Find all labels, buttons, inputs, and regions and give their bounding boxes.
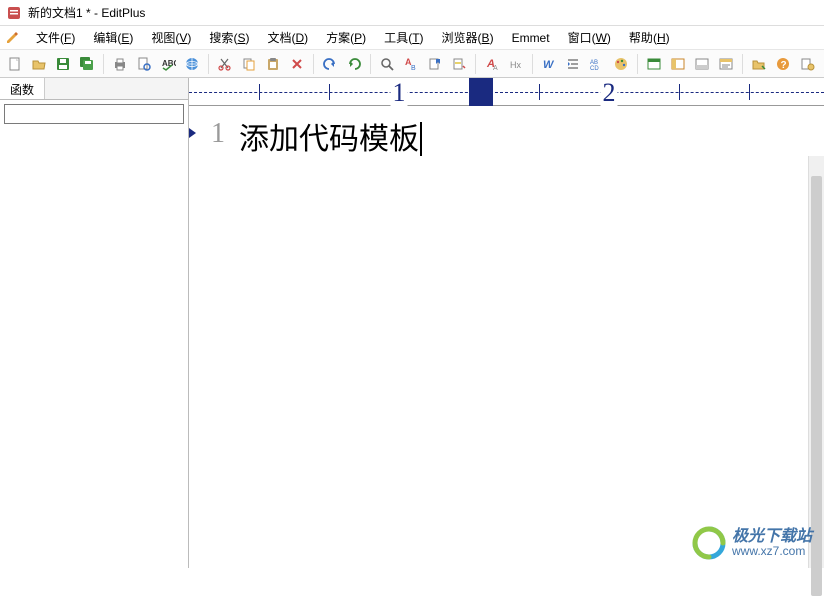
separator	[103, 54, 104, 74]
menu-window[interactable]: 窗口(W)	[560, 27, 619, 48]
indent-button[interactable]	[562, 53, 584, 75]
menu-file[interactable]: 文件(F)	[28, 27, 83, 48]
folder-toggle-button[interactable]	[748, 53, 770, 75]
svg-text:?: ?	[781, 60, 787, 71]
text-content[interactable]: 添加代码模板	[233, 106, 824, 568]
find-button[interactable]	[376, 53, 398, 75]
ruler-mark-2: 2	[601, 78, 618, 108]
window-button[interactable]	[643, 53, 665, 75]
wordwrap-button[interactable]: W	[538, 53, 560, 75]
menu-project[interactable]: 方案(P)	[318, 27, 374, 48]
print-button[interactable]	[109, 53, 131, 75]
separator	[637, 54, 638, 74]
sidebar: 函数	[0, 78, 189, 568]
menu-view[interactable]: 视图(V)	[143, 27, 199, 48]
palette-button[interactable]	[610, 53, 632, 75]
svg-text:CD: CD	[590, 66, 599, 72]
cliptext-button[interactable]	[667, 53, 689, 75]
highlight-button[interactable]	[448, 53, 470, 75]
bookmark-button[interactable]	[424, 53, 446, 75]
spell-button[interactable]: ABC	[157, 53, 179, 75]
sidebar-search-input[interactable]	[4, 104, 184, 124]
new-file-button[interactable]	[4, 53, 26, 75]
watermark-name: 极光下载站	[732, 528, 812, 546]
title-bar: 新的文档1 * - EditPlus	[0, 0, 824, 26]
menu-browser[interactable]: 浏览器(B)	[434, 27, 502, 48]
sidebar-tab-functions[interactable]: 函数	[0, 78, 45, 99]
redo-button[interactable]	[343, 53, 365, 75]
text-caret	[420, 122, 422, 156]
menu-search[interactable]: 搜索(S)	[201, 27, 257, 48]
menu-bar: 文件(F) 编辑(E) 视图(V) 搜索(S) 文档(D) 方案(P) 工具(T…	[0, 26, 824, 50]
sidebar-tabs: 函数	[0, 78, 188, 100]
replace-button[interactable]: AB	[400, 53, 422, 75]
vertical-scrollbar[interactable]	[808, 156, 824, 568]
copy-button[interactable]	[238, 53, 260, 75]
menu-tools[interactable]: 工具(T)	[376, 27, 431, 48]
menu-edit[interactable]: 编辑(E)	[85, 27, 141, 48]
editor-area: 1 2 1 添加代码模板	[189, 78, 824, 568]
separator	[475, 54, 476, 74]
pencil-icon	[4, 30, 20, 46]
autocomplete-button[interactable]: ABCD	[586, 53, 608, 75]
editor-body[interactable]: 1 添加代码模板	[189, 106, 824, 568]
window-title: 新的文档1 * - EditPlus	[28, 4, 145, 21]
svg-text:W: W	[543, 59, 555, 71]
cut-button[interactable]	[214, 53, 236, 75]
hex-button[interactable]: Hx	[505, 53, 527, 75]
delete-button[interactable]	[286, 53, 308, 75]
line-gutter: 1	[189, 106, 233, 568]
svg-text:A: A	[493, 65, 498, 72]
scrollbar-thumb[interactable]	[811, 176, 822, 596]
line-number: 1	[211, 118, 225, 149]
separator	[208, 54, 209, 74]
save-button[interactable]	[52, 53, 74, 75]
ruler[interactable]: 1 2	[189, 78, 824, 106]
directory-button[interactable]	[691, 53, 713, 75]
print-preview-button[interactable]	[133, 53, 155, 75]
svg-text:Hx: Hx	[510, 60, 521, 70]
menu-emmet[interactable]: Emmet	[504, 29, 558, 47]
open-button[interactable]	[28, 53, 50, 75]
toolbar: ABC AB AA Hx W ABCD ?	[0, 50, 824, 78]
browser-button[interactable]	[181, 53, 203, 75]
font-color-button[interactable]: AA	[481, 53, 503, 75]
separator	[370, 54, 371, 74]
options-button[interactable]	[796, 53, 818, 75]
separator	[532, 54, 533, 74]
separator	[742, 54, 743, 74]
app-icon	[6, 5, 22, 21]
output-button[interactable]	[715, 53, 737, 75]
separator	[313, 54, 314, 74]
watermark: 极光下载站 www.xz7.com	[692, 526, 812, 560]
undo-button[interactable]	[319, 53, 341, 75]
main-area: 函数 1 2 1 添加代码模板	[0, 78, 824, 568]
watermark-logo-icon	[692, 526, 726, 560]
paste-button[interactable]	[262, 53, 284, 75]
menu-document[interactable]: 文档(D)	[259, 27, 316, 48]
svg-text:B: B	[411, 65, 416, 72]
save-all-button[interactable]	[76, 53, 98, 75]
help-button[interactable]: ?	[772, 53, 794, 75]
watermark-url: www.xz7.com	[732, 545, 812, 558]
current-line-arrow-icon	[189, 128, 196, 138]
menu-help[interactable]: 帮助(H)	[621, 27, 678, 48]
ruler-mark-1: 1	[391, 78, 408, 108]
